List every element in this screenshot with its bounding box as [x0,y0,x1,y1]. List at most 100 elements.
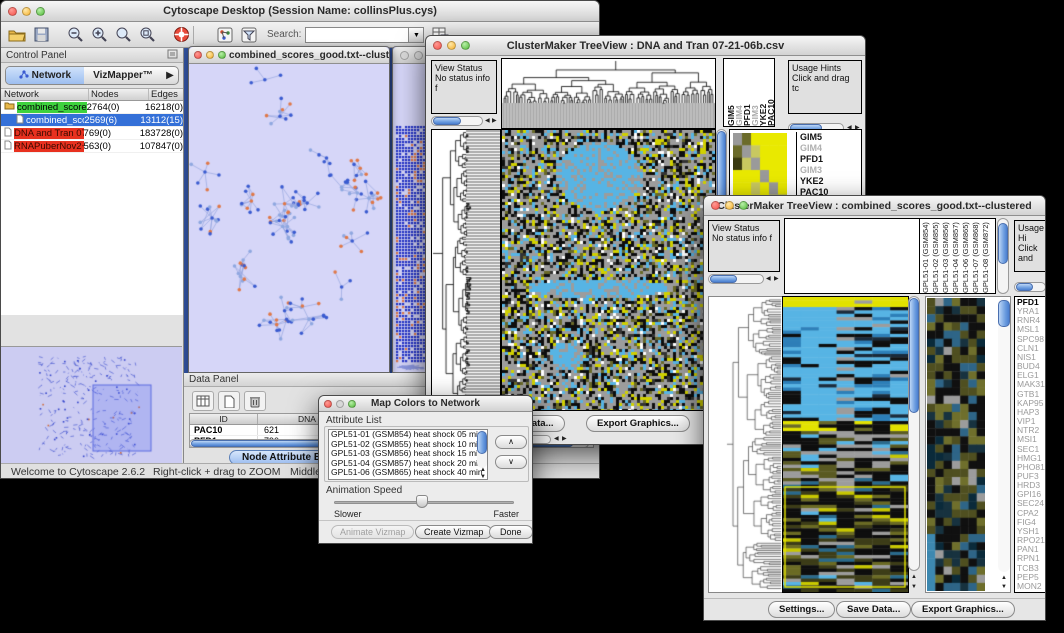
treeview2-title: ClusterMaker TreeView : combined_scores_… [704,200,1045,212]
network-view-window-1[interactable]: combined_scores_good.txt--cluste... [188,46,390,373]
network-table: combined_scores2764(0)16218(0)combined_s… [1,101,183,315]
annotation-icon[interactable] [213,24,237,46]
network-row-rnapubernov2[interactable]: RNAPuberNov2+563(0)107847(0) [1,140,183,153]
move-down-button[interactable]: ∨ [495,455,527,469]
file-icon [4,140,12,153]
zoom-icon [739,201,748,210]
gene-label[interactable]: GIM4 [800,143,828,154]
scroll-right-icon[interactable]: ▶ [774,274,779,284]
zoom-in-icon[interactable] [87,24,111,46]
tv2-heatmap[interactable] [782,296,909,593]
network-row-combined-scores[interactable]: combined_scores2764(0)16218(0) [1,101,183,114]
network-name: combined_scores [17,102,87,113]
data-panel-title: Data Panel [189,374,238,385]
tv1-status-hscrollbar[interactable] [431,116,483,126]
scroll-up-icon[interactable]: ▲ [911,572,917,582]
network-row-dna-and-tran-07[interactable]: DNA and Tran 07769(0)183728(0) [1,127,183,140]
gene-label[interactable]: MON2 [1017,582,1046,591]
open-file-icon[interactable] [5,24,29,46]
zoom-icon [36,7,45,16]
panel-tabs: Network VizMapper™ ▶ [5,66,179,85]
treeview1-title: ClusterMaker TreeView : DNA and Tran 07-… [426,40,865,52]
float-panel-icon[interactable] [167,46,178,64]
tab-more-button[interactable]: ▶ [162,67,178,84]
export-graphics-button[interactable]: Export Graphics... [586,415,690,432]
network-canvas[interactable] [189,64,389,372]
node-count: 2569(6) [84,115,140,126]
tv2-collabel-vscrollbar[interactable] [997,218,1009,294]
scroll-left-icon[interactable]: ◀ [766,274,771,284]
gene-label[interactable]: YKE2 [800,176,828,187]
scroll-down-icon[interactable]: ▼ [911,582,917,592]
zoom-selected-icon[interactable] [135,24,159,46]
slider-thumb[interactable] [416,495,428,508]
scroll-right-icon[interactable]: ▶ [562,434,567,444]
birdseye-view[interactable] [1,346,182,463]
attribute-list-item[interactable]: GPL51-07 (GSM868) heat shock 60 min [331,478,487,480]
export-graphics-button[interactable]: Export Graphics... [911,601,1015,618]
search-dropdown-button[interactable]: ▼ [409,27,424,43]
minimize-icon [206,51,214,59]
zoom-icon [348,400,356,408]
edge-count: 107847(0) [140,141,183,152]
tv2-column-dendrogram[interactable] [784,218,920,294]
tv2-row-dendrogram[interactable] [708,296,784,593]
column-label: GPL51-02 (GSM855) [931,219,941,293]
zoom-fit-icon[interactable] [111,24,135,46]
column-label: GIM5 [726,59,734,126]
filter-icon[interactable] [237,24,261,46]
help-lifering-icon[interactable] [169,24,193,46]
save-data-button[interactable]: Save Data... [836,601,911,618]
gene-label[interactable]: GIM5 [800,132,828,143]
scroll-left-icon[interactable]: ◀ [554,434,559,444]
main-window-title: Cytoscape Desktop (Session Name: collins… [1,5,599,17]
network-window-titlebar[interactable]: combined_scores_good.txt--cluste... [189,47,389,64]
tab-vizmapper[interactable]: VizMapper™ [84,67,162,84]
node-count: 563(0) [84,141,140,152]
select-attributes-icon[interactable] [192,391,214,411]
tv2-zoom-vscrollbar[interactable] [998,298,1010,572]
new-attribute-icon[interactable] [218,391,240,411]
network-name: RNAPuberNov2+ [14,141,84,152]
tv1-heatmap[interactable] [501,129,716,411]
zoom-out-icon[interactable] [63,24,87,46]
save-icon[interactable] [29,24,53,46]
treeview2-titlebar[interactable]: ClusterMaker TreeView : combined_scores_… [704,196,1045,216]
tv2-hints-hscrollbar[interactable] [1014,282,1046,292]
create-vizmap-button[interactable]: Create Vizmap [415,525,492,539]
close-icon [8,7,17,16]
minimize-icon [447,41,456,50]
dialog-titlebar[interactable]: Map Colors to Network [319,396,532,412]
tab-network[interactable]: Network [6,67,84,84]
main-titlebar[interactable]: Cytoscape Desktop (Session Name: collins… [1,1,599,22]
move-up-button[interactable]: ∧ [495,435,527,449]
tv2-status-hscrollbar[interactable] [708,274,764,284]
attribute-list-vscrollbar[interactable] [477,430,487,468]
close-icon [400,51,409,60]
network-row-combined-sco[interactable]: combined_sco2569(6)13112(15) [1,114,183,127]
status-hint-zoom: Right-click + drag to ZOOM [153,466,281,478]
delete-attribute-icon[interactable] [244,391,266,411]
treeview1-titlebar[interactable]: ClusterMaker TreeView : DNA and Tran 07-… [426,36,865,56]
status-welcome: Welcome to Cytoscape 2.6.2 [11,466,145,478]
column-label: GPL51-01 (GSM854) [921,219,931,293]
gene-label[interactable]: GIM3 [800,165,828,176]
faster-label: Faster [493,509,519,519]
window-controls[interactable] [8,7,45,16]
tv2-heatmap-vscrollbar[interactable] [908,296,920,571]
tv1-column-dendrogram[interactable] [501,58,716,129]
scroll-right-icon[interactable]: ▶ [492,116,497,126]
node-count: 769(0) [84,128,140,139]
tv2-zoom-heatmap[interactable] [927,298,985,591]
gene-label[interactable]: PFD1 [800,154,828,165]
search-input[interactable] [305,27,409,43]
scroll-left-icon[interactable]: ◀ [485,116,490,126]
column-label: PFD1 [742,59,750,126]
scroll-down-icon[interactable]: ▼ [1001,582,1007,592]
done-button[interactable]: Done [489,525,533,539]
scroll-down-icon[interactable]: ▼ [480,472,486,482]
tv1-usage-hints: Usage HintsClick and drag tc [788,60,862,114]
tv1-row-dendrogram[interactable] [431,129,501,411]
settings-button[interactable]: Settings... [768,601,835,618]
animate-vizmap-button[interactable]: Animate Vizmap [331,525,414,539]
